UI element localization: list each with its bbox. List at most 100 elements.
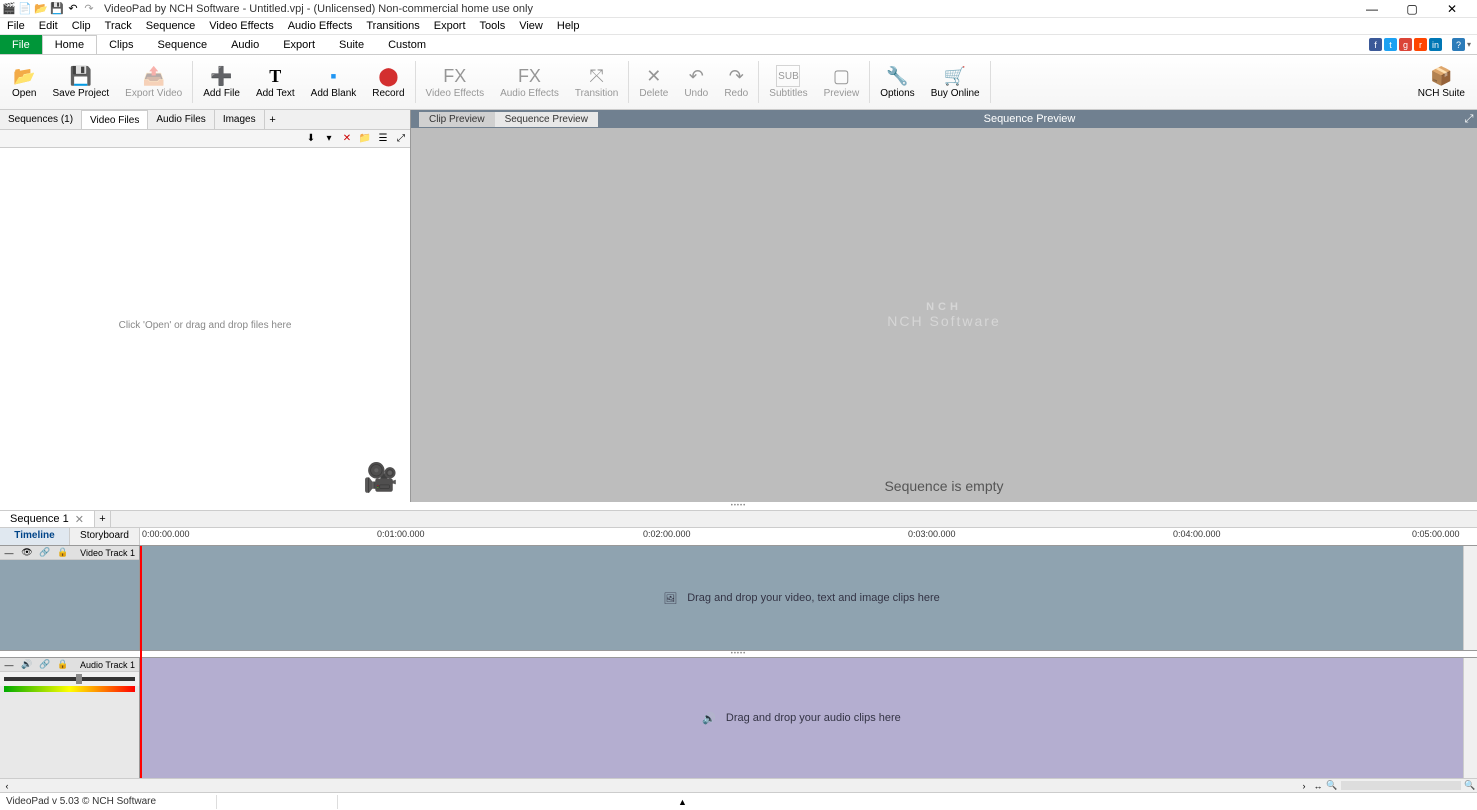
preview-expand-button[interactable]: ⤢ — [1461, 113, 1477, 126]
close-button[interactable]: ✕ — [1437, 0, 1467, 18]
media-expand-button[interactable]: ⤢ — [392, 130, 410, 147]
menu-tools[interactable]: Tools — [473, 20, 513, 32]
help-icon[interactable]: ? — [1452, 38, 1465, 51]
sequence-tab-1[interactable]: Sequence 1 ✕ — [0, 511, 95, 527]
timeline-view-tab[interactable]: Timeline — [0, 528, 70, 545]
timeline-hscroll[interactable]: ‹ › ↔ 🔍 🔍 — [0, 778, 1477, 792]
playhead[interactable] — [140, 546, 142, 778]
audio-track-drop-area[interactable]: 🔊 Drag and drop your audio clips here — [140, 658, 1463, 778]
media-list-button[interactable]: ☰ — [374, 130, 392, 147]
menu-view[interactable]: View — [512, 20, 550, 32]
track-mute-button[interactable]: 🔊 — [18, 659, 36, 670]
twitter-icon[interactable]: t — [1384, 38, 1397, 51]
menu-file[interactable]: File — [0, 20, 32, 32]
media-tab-images[interactable]: Images — [215, 110, 265, 129]
facebook-icon[interactable]: f — [1369, 38, 1382, 51]
status-expand-icon[interactable]: ▲ — [678, 797, 687, 807]
ribbon-tab-audio[interactable]: Audio — [219, 35, 271, 54]
menu-sequence[interactable]: Sequence — [139, 20, 203, 32]
record-button[interactable]: ⬤Record — [364, 63, 412, 101]
hscroll-left[interactable]: ‹ — [0, 779, 14, 792]
ribbon-tab-export[interactable]: Export — [271, 35, 327, 54]
googleplus-icon[interactable]: g — [1399, 38, 1412, 51]
media-delete-button[interactable]: ✕ — [338, 130, 356, 147]
menu-track[interactable]: Track — [98, 20, 139, 32]
track-link-button[interactable]: 🔗 — [36, 659, 54, 670]
track-link-button[interactable]: 🔗 — [36, 547, 54, 558]
ribbon-tab-clips[interactable]: Clips — [97, 35, 145, 54]
zoom-in-button[interactable]: 🔍 — [1463, 779, 1477, 792]
minimize-button[interactable]: — — [1357, 0, 1387, 18]
subtitles-button[interactable]: SUBSubtitles — [761, 63, 815, 101]
nch-suite-button[interactable]: 📦NCH Suite — [1410, 63, 1473, 101]
open-icon[interactable]: 📂 — [34, 2, 48, 16]
nch-logo: NCH NCH Software — [887, 301, 1000, 329]
track-lock-button[interactable]: 🔒 — [54, 547, 72, 558]
zoom-slider[interactable] — [1341, 781, 1461, 790]
track-visibility-button[interactable]: 👁 — [18, 547, 36, 558]
clip-preview-tab[interactable]: Clip Preview — [419, 112, 495, 127]
open-button[interactable]: 📂Open — [4, 63, 44, 101]
ribbon-tab-custom[interactable]: Custom — [376, 35, 438, 54]
audio-effects-button[interactable]: FXAudio Effects — [492, 63, 567, 101]
menu-transitions[interactable]: Transitions — [359, 20, 426, 32]
main-splitter[interactable]: ••••• — [0, 502, 1477, 510]
track-lock-button[interactable]: 🔒 — [54, 659, 72, 670]
undo-icon[interactable]: ↶ — [66, 2, 80, 16]
track-splitter[interactable]: ••••• — [0, 650, 1477, 658]
sequence-tab-close[interactable]: ✕ — [75, 513, 84, 526]
media-sort-button[interactable]: ⬇ — [302, 130, 320, 147]
save-project-button[interactable]: 💾Save Project — [44, 63, 117, 101]
menu-video-effects[interactable]: Video Effects — [202, 20, 280, 32]
media-add-button[interactable]: 📁 — [356, 130, 374, 147]
video-track-scrollbar[interactable] — [1463, 546, 1477, 650]
redo-button[interactable]: ↷Redo — [716, 63, 756, 101]
media-sort-dropdown[interactable]: ▾ — [320, 130, 338, 147]
menu-export[interactable]: Export — [427, 20, 473, 32]
ribbon-tab-home[interactable]: Home — [42, 35, 97, 54]
track-collapse-button[interactable]: — — [0, 548, 18, 558]
media-tab-video[interactable]: Video Files — [82, 110, 148, 129]
media-tab-add[interactable]: + — [265, 110, 281, 129]
zoom-out-button[interactable]: 🔍 — [1325, 779, 1339, 792]
menu-help[interactable]: Help — [550, 20, 587, 32]
menu-clip[interactable]: Clip — [65, 20, 98, 32]
track-collapse-button[interactable]: — — [0, 660, 18, 670]
menu-edit[interactable]: Edit — [32, 20, 65, 32]
menu-audio-effects[interactable]: Audio Effects — [281, 20, 360, 32]
add-blank-button[interactable]: ▪Add Blank — [303, 63, 365, 101]
sequence-preview-tab[interactable]: Sequence Preview — [495, 112, 598, 127]
maximize-button[interactable]: ▢ — [1397, 0, 1427, 18]
media-tab-sequences[interactable]: Sequences (1) — [0, 110, 82, 129]
linkedin-icon[interactable]: in — [1429, 38, 1442, 51]
preview-button[interactable]: ▢Preview — [816, 63, 868, 101]
transition-button[interactable]: ⤧Transition — [567, 63, 627, 101]
add-text-button[interactable]: TAdd Text — [248, 63, 303, 101]
undo-button[interactable]: ↶Undo — [676, 63, 716, 101]
video-fx-icon: FX — [443, 65, 467, 87]
save-icon[interactable]: 💾 — [50, 2, 64, 16]
ribbon-tab-file[interactable]: File — [0, 35, 42, 54]
timeline-ruler[interactable]: 0:00:00.000 0:01:00.000 0:02:00.000 0:03… — [140, 528, 1477, 545]
options-button[interactable]: 🔧Options — [872, 63, 922, 101]
reddit-icon[interactable]: r — [1414, 38, 1427, 51]
zoom-fit-button[interactable]: ↔ — [1311, 779, 1325, 792]
export-video-button[interactable]: 📤Export Video — [117, 63, 190, 101]
sequence-tab-add[interactable]: + — [95, 511, 111, 527]
buy-online-button[interactable]: 🛒Buy Online — [923, 63, 988, 101]
audio-volume-slider[interactable] — [0, 672, 139, 686]
delete-button[interactable]: ✕Delete — [631, 63, 676, 101]
new-icon[interactable]: 📄 — [18, 2, 32, 16]
media-drop-area[interactable]: Click 'Open' or drag and drop files here… — [0, 148, 410, 502]
help-dropdown-icon[interactable]: ▾ — [1467, 40, 1471, 49]
ribbon-tab-suite[interactable]: Suite — [327, 35, 376, 54]
video-effects-button[interactable]: FXVideo Effects — [418, 63, 493, 101]
storyboard-view-tab[interactable]: Storyboard — [70, 528, 140, 545]
audio-track-scrollbar[interactable] — [1463, 658, 1477, 778]
hscroll-right[interactable]: › — [1297, 779, 1311, 792]
media-tab-audio[interactable]: Audio Files — [148, 110, 214, 129]
redo-icon[interactable]: ↷ — [82, 2, 96, 16]
add-file-button[interactable]: ➕Add File — [195, 63, 248, 101]
ribbon-tab-sequence[interactable]: Sequence — [146, 35, 220, 54]
video-track-drop-area[interactable]: 🖼 Drag and drop your video, text and ima… — [140, 546, 1463, 650]
